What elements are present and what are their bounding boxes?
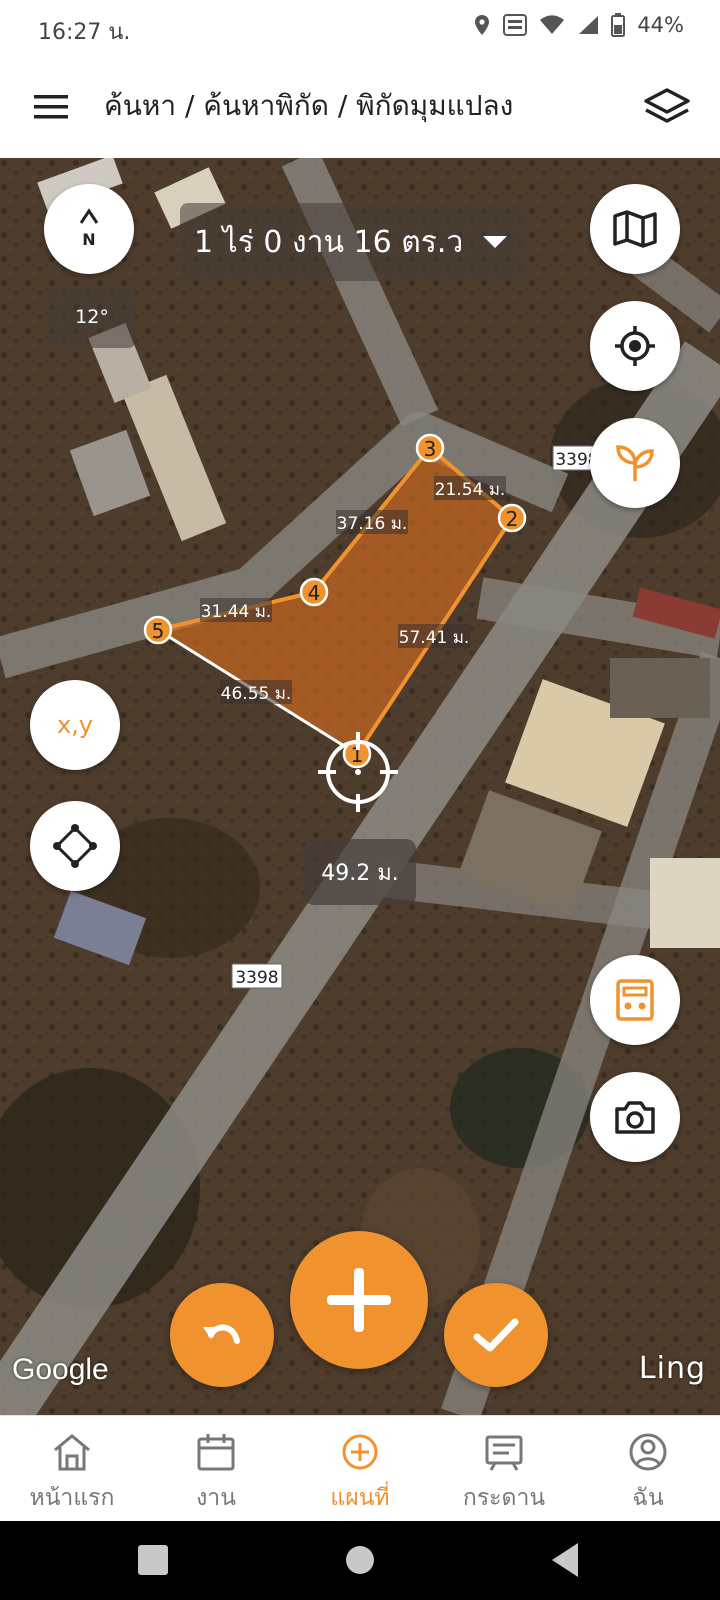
- nav-label: งาน: [196, 1485, 236, 1511]
- brand-label: Ling: [638, 1351, 706, 1386]
- back-icon[interactable]: [552, 1543, 578, 1577]
- camera-icon: [615, 1101, 655, 1134]
- hamburger-icon: [34, 95, 68, 119]
- map-view[interactable]: 3398 3398 21.54 ม. 37.16 ม. 31.44 ม. 57.…: [0, 158, 720, 1415]
- coordinate-button[interactable]: x,y: [30, 680, 120, 770]
- svg-text:N: N: [82, 230, 95, 249]
- my-location-button[interactable]: [590, 301, 680, 391]
- calendar-icon: [197, 1434, 235, 1471]
- compass-button[interactable]: N: [44, 184, 134, 274]
- volte-icon: [503, 14, 528, 36]
- check-icon: [473, 1318, 519, 1352]
- svg-text:5: 5: [152, 619, 165, 643]
- confirm-button[interactable]: [444, 1283, 548, 1387]
- nav-label: กระดาน: [462, 1485, 546, 1511]
- edge-label: 31.44 ม.: [200, 598, 272, 622]
- sprout-icon: [616, 445, 654, 481]
- edge-label: 57.41 ม.: [398, 624, 470, 648]
- nav-home[interactable]: หน้าแรก: [0, 1416, 144, 1521]
- status-time: 16:27 น.: [38, 20, 131, 45]
- calculator-icon: [616, 979, 654, 1021]
- nav-me[interactable]: ฉัน: [576, 1416, 720, 1521]
- bottom-nav: หน้าแรก งาน แผนที่ กระดาน ฉัน: [0, 1415, 720, 1521]
- compass-angle: 12°: [48, 286, 136, 348]
- vertex-marker[interactable]: 3: [415, 433, 445, 463]
- map-icon: [613, 210, 657, 248]
- nav-label: แผนที่: [330, 1485, 390, 1511]
- wifi-icon: [540, 15, 565, 34]
- recents-icon[interactable]: [138, 1545, 168, 1575]
- edge-label: 37.16 ม.: [336, 510, 408, 534]
- camera-button[interactable]: [590, 1072, 680, 1162]
- undo-button[interactable]: [170, 1283, 274, 1387]
- nav-board[interactable]: กระดาน: [432, 1416, 576, 1521]
- map-type-button[interactable]: [590, 184, 680, 274]
- system-nav-bar: [0, 1521, 720, 1600]
- user-icon: [629, 1433, 667, 1471]
- location-icon: [475, 15, 490, 35]
- menu-button[interactable]: [32, 90, 72, 124]
- svg-text:21.54 ม.: 21.54 ม.: [435, 480, 506, 500]
- status-bar: 16:27 น. 44%: [0, 0, 720, 56]
- google-attribution: Google: [12, 1353, 109, 1386]
- svg-text:31.44 ม.: 31.44 ม.: [201, 602, 272, 622]
- home-icon: [54, 1434, 90, 1471]
- svg-text:2: 2: [506, 507, 519, 531]
- plus-icon: [327, 1268, 391, 1332]
- layers-button[interactable]: [642, 84, 692, 128]
- svg-text:37.16 ม.: 37.16 ม.: [337, 514, 408, 534]
- signal-icon: [579, 16, 599, 34]
- current-distance: 49.2 ม.: [304, 839, 416, 905]
- plant-button[interactable]: [590, 418, 680, 508]
- layers-icon: [644, 88, 690, 123]
- calculator-button[interactable]: [590, 955, 680, 1045]
- nav-work[interactable]: งาน: [144, 1416, 288, 1521]
- home-button-icon[interactable]: [346, 1546, 374, 1574]
- svg-text:57.41 ม.: 57.41 ม.: [399, 628, 470, 648]
- road-label: 3398: [235, 968, 278, 988]
- svg-text:46.55 ม.: 46.55 ม.: [221, 684, 292, 704]
- status-icons: 44%: [473, 13, 684, 37]
- breadcrumb: ค้นหา / ค้นหาพิกัด / พิกัดมุมแปลง: [104, 89, 514, 122]
- area-dropdown[interactable]: 1 ไร่ 0 งาน 16 ตร.ว: [180, 203, 525, 281]
- add-point-button[interactable]: [290, 1231, 428, 1369]
- add-circle-icon: [342, 1434, 378, 1470]
- caret-down-icon: [483, 236, 508, 248]
- xy-label: x,y: [56, 711, 94, 739]
- vertex-marker[interactable]: 4: [299, 577, 329, 607]
- polygon-tool-button[interactable]: [30, 801, 120, 891]
- undo-icon: [203, 1324, 240, 1344]
- board-icon: [485, 1435, 523, 1471]
- polygon-icon: [53, 824, 97, 868]
- vertex-marker[interactable]: 5: [143, 615, 173, 645]
- edge-label: 21.54 ม.: [434, 476, 506, 500]
- vertex-marker[interactable]: 2: [497, 503, 527, 533]
- nav-map[interactable]: แผนที่: [288, 1416, 432, 1521]
- compass-icon: N: [79, 208, 99, 249]
- svg-text:3: 3: [424, 437, 437, 461]
- area-value: 1 ไร่ 0 งาน 16 ตร.ว: [194, 224, 464, 260]
- nav-label: หน้าแรก: [29, 1485, 115, 1511]
- battery-text: 44%: [637, 13, 684, 37]
- nav-label: ฉัน: [632, 1485, 664, 1511]
- gps-target-icon: [615, 326, 655, 366]
- svg-text:4: 4: [308, 581, 321, 605]
- app-header: ค้นหา / ค้นหาพิกัด / พิกัดมุมแปลง: [0, 56, 720, 158]
- edge-label: 46.55 ม.: [220, 680, 292, 704]
- battery-icon: [611, 13, 626, 37]
